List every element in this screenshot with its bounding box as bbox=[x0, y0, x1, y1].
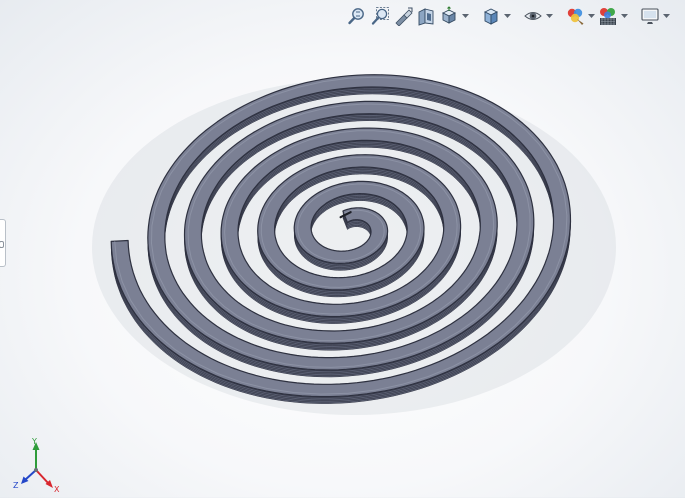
spiral-coil-model[interactable] bbox=[0, 0, 685, 497]
z-axis-arrow bbox=[24, 469, 37, 481]
display-style-button[interactable] bbox=[480, 5, 502, 27]
edit-appearance-icon bbox=[567, 8, 584, 25]
display-style-icon bbox=[483, 8, 499, 25]
z-axis-label: Z bbox=[13, 481, 19, 490]
previous-view-icon bbox=[395, 7, 413, 26]
hide-show-items-icon bbox=[524, 12, 542, 20]
display-style-dropdown[interactable] bbox=[503, 5, 512, 27]
chevron-down-icon bbox=[621, 13, 628, 18]
y-axis-label: Y bbox=[31, 437, 37, 446]
triad-origin bbox=[34, 468, 38, 472]
section-view-icon bbox=[418, 8, 434, 26]
hide-show-items-dropdown[interactable] bbox=[545, 5, 554, 27]
view-orientation-dropdown[interactable] bbox=[461, 5, 470, 27]
edit-appearance-button[interactable] bbox=[564, 5, 586, 27]
chevron-down-icon bbox=[588, 13, 595, 18]
apply-scene-icon bbox=[600, 8, 616, 25]
x-axis-arrow bbox=[35, 469, 50, 485]
apply-scene-button[interactable] bbox=[597, 5, 619, 27]
section-view-button[interactable] bbox=[415, 5, 437, 27]
zoom-to-area-button[interactable] bbox=[369, 5, 391, 27]
zoom-to-fit-button[interactable] bbox=[346, 5, 368, 27]
view-orientation-button[interactable] bbox=[438, 5, 460, 27]
chevron-down-icon bbox=[663, 13, 670, 18]
edit-appearance-dropdown[interactable] bbox=[587, 5, 596, 27]
graphics-area[interactable] bbox=[0, 0, 685, 497]
heads-up-view-toolbar bbox=[346, 4, 671, 28]
feature-manager-flyout-tab[interactable] bbox=[0, 219, 6, 267]
x-axis-label: X bbox=[54, 485, 60, 494]
reference-triad: Y X Z bbox=[12, 436, 66, 494]
chevron-down-icon bbox=[504, 13, 511, 18]
apply-scene-dropdown[interactable] bbox=[620, 5, 629, 27]
zoom-to-area-icon bbox=[371, 7, 389, 25]
chevron-down-icon bbox=[462, 13, 469, 18]
view-settings-button[interactable] bbox=[639, 5, 661, 27]
view-settings-dropdown[interactable] bbox=[662, 5, 671, 27]
previous-view-button[interactable] bbox=[392, 5, 414, 27]
chevron-down-icon bbox=[546, 13, 553, 18]
zoom-to-fit-icon bbox=[348, 8, 364, 25]
view-settings-icon bbox=[641, 8, 659, 24]
view-orientation-icon bbox=[441, 6, 457, 24]
hide-show-items-button[interactable] bbox=[522, 5, 544, 27]
